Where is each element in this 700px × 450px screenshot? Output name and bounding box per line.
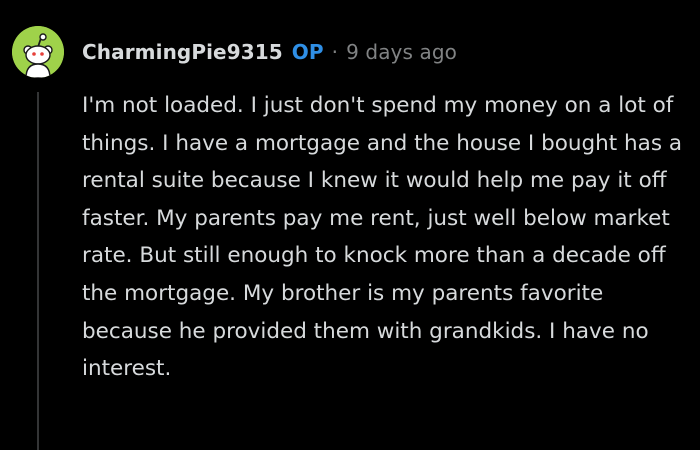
comment-timestamp[interactable]: 9 days ago [346,40,457,64]
comment-header: CharmingPie9315 OP · 9 days ago [82,37,457,67]
snoo-avatar-icon [12,26,64,78]
comment-body: I'm not loaded. I just don't spend my mo… [82,93,683,382]
op-badge: OP [291,40,324,64]
username-link[interactable]: CharmingPie9315 [82,40,283,64]
user-avatar[interactable] [12,26,64,78]
thread-collapse-line[interactable] [37,92,39,450]
comment-card: CharmingPie9315 OP · 9 days ago I'm not … [0,0,700,450]
header-separator: · [331,40,339,64]
